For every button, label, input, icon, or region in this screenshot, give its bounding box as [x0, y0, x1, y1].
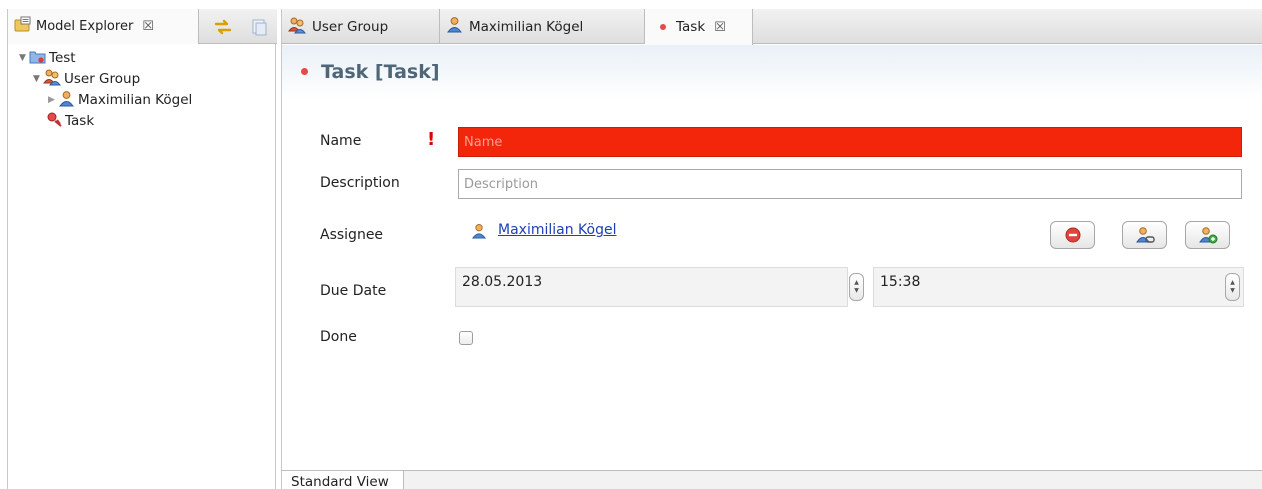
done-label: Done	[320, 329, 357, 345]
editor-tabbar: User Group Maximilian Kögel Task ☒	[282, 9, 1262, 45]
expand-arrow-icon[interactable]: ▶	[48, 95, 58, 105]
tree-item-label: Maximilian Kögel	[78, 92, 193, 108]
tab-model-explorer[interactable]: Model Explorer ☒	[8, 9, 199, 44]
tab-task[interactable]: Task ☒	[645, 9, 753, 45]
description-label: Description	[320, 175, 400, 191]
due-date-field[interactable]: 28.05.2013	[455, 267, 848, 307]
tree-item-label: User Group	[64, 71, 141, 87]
model-explorer-tabbar: Model Explorer ☒	[8, 9, 277, 44]
remove-assignee-button[interactable]	[1050, 221, 1095, 249]
page-title: Task [Task]	[321, 61, 440, 83]
expand-arrow-icon[interactable]: ▼	[33, 74, 43, 84]
user-link-icon	[1135, 227, 1155, 243]
time-spinner[interactable]: ▲ ▼	[1225, 273, 1240, 301]
tree-item-user-group[interactable]: ▼ User Group	[33, 68, 140, 90]
tree-item-label: Test	[49, 50, 76, 66]
due-date-label: Due Date	[320, 283, 387, 299]
name-field[interactable]	[458, 127, 1242, 157]
date-spinner[interactable]: ▲ ▼	[849, 273, 864, 301]
tab-label: Task	[676, 19, 706, 35]
spinner-up-icon[interactable]: ▲	[1230, 279, 1235, 287]
tab-label: Maximilian Kögel	[469, 18, 584, 35]
tab-maximilian-kogel[interactable]: Maximilian Kögel	[440, 9, 645, 44]
tree-item-task[interactable]: Task	[46, 110, 94, 132]
tree-item-maximilian[interactable]: ▶ Maximilian Kögel	[48, 89, 192, 111]
spinner-up-icon[interactable]: ▲	[854, 279, 859, 287]
collapse-all-button[interactable]	[248, 16, 270, 38]
editor-header: Task [Task]	[282, 45, 1262, 99]
tree-item-test[interactable]: ▼ Test	[19, 47, 76, 69]
remove-icon	[1065, 227, 1080, 243]
view-tabbar: Standard View	[282, 470, 1262, 489]
collapse-all-icon	[252, 19, 267, 36]
tab-label: User Group	[312, 18, 389, 35]
link-with-editor-button[interactable]	[212, 16, 234, 38]
due-time-field[interactable]: 15:38	[873, 267, 1244, 307]
task-dot-icon	[659, 19, 667, 35]
model-explorer-pane: Model Explorer ☒ ▼ Test ▼ User Group ▶ M…	[7, 9, 277, 489]
tab-user-group[interactable]: User Group	[282, 9, 440, 44]
spinner-down-icon[interactable]: ▼	[854, 287, 859, 295]
user-icon	[471, 223, 487, 243]
spinner-down-icon[interactable]: ▼	[1230, 287, 1235, 295]
tab-standard-view[interactable]: Standard View	[282, 471, 404, 489]
description-field[interactable]	[458, 169, 1242, 199]
assignee-label: Assignee	[320, 227, 384, 243]
required-icon: !	[427, 129, 436, 150]
new-assignee-button[interactable]	[1185, 221, 1230, 249]
name-label: Name	[320, 133, 362, 149]
user-icon	[446, 16, 463, 37]
close-icon[interactable]: ☒	[142, 19, 154, 34]
link-assignee-button[interactable]	[1122, 221, 1167, 249]
task-dot-icon	[300, 65, 309, 80]
link-arrows-icon	[214, 19, 232, 35]
task-icon	[46, 111, 62, 131]
assignee-link[interactable]: Maximilian Kögel	[498, 222, 616, 238]
done-checkbox[interactable]	[459, 331, 473, 345]
editor-pane: User Group Maximilian Kögel Task ☒ Task …	[281, 9, 1262, 489]
close-icon[interactable]: ☒	[714, 20, 726, 35]
tab-model-explorer-label: Model Explorer	[36, 19, 134, 34]
project-folder-icon	[29, 49, 46, 68]
tree-item-label: Task	[65, 113, 95, 129]
expand-arrow-icon[interactable]: ▼	[19, 53, 29, 63]
user-group-icon	[288, 16, 306, 38]
model-explorer-icon	[14, 16, 31, 37]
user-icon	[58, 90, 75, 111]
user-group-icon	[43, 68, 61, 90]
user-add-icon	[1198, 227, 1217, 244]
